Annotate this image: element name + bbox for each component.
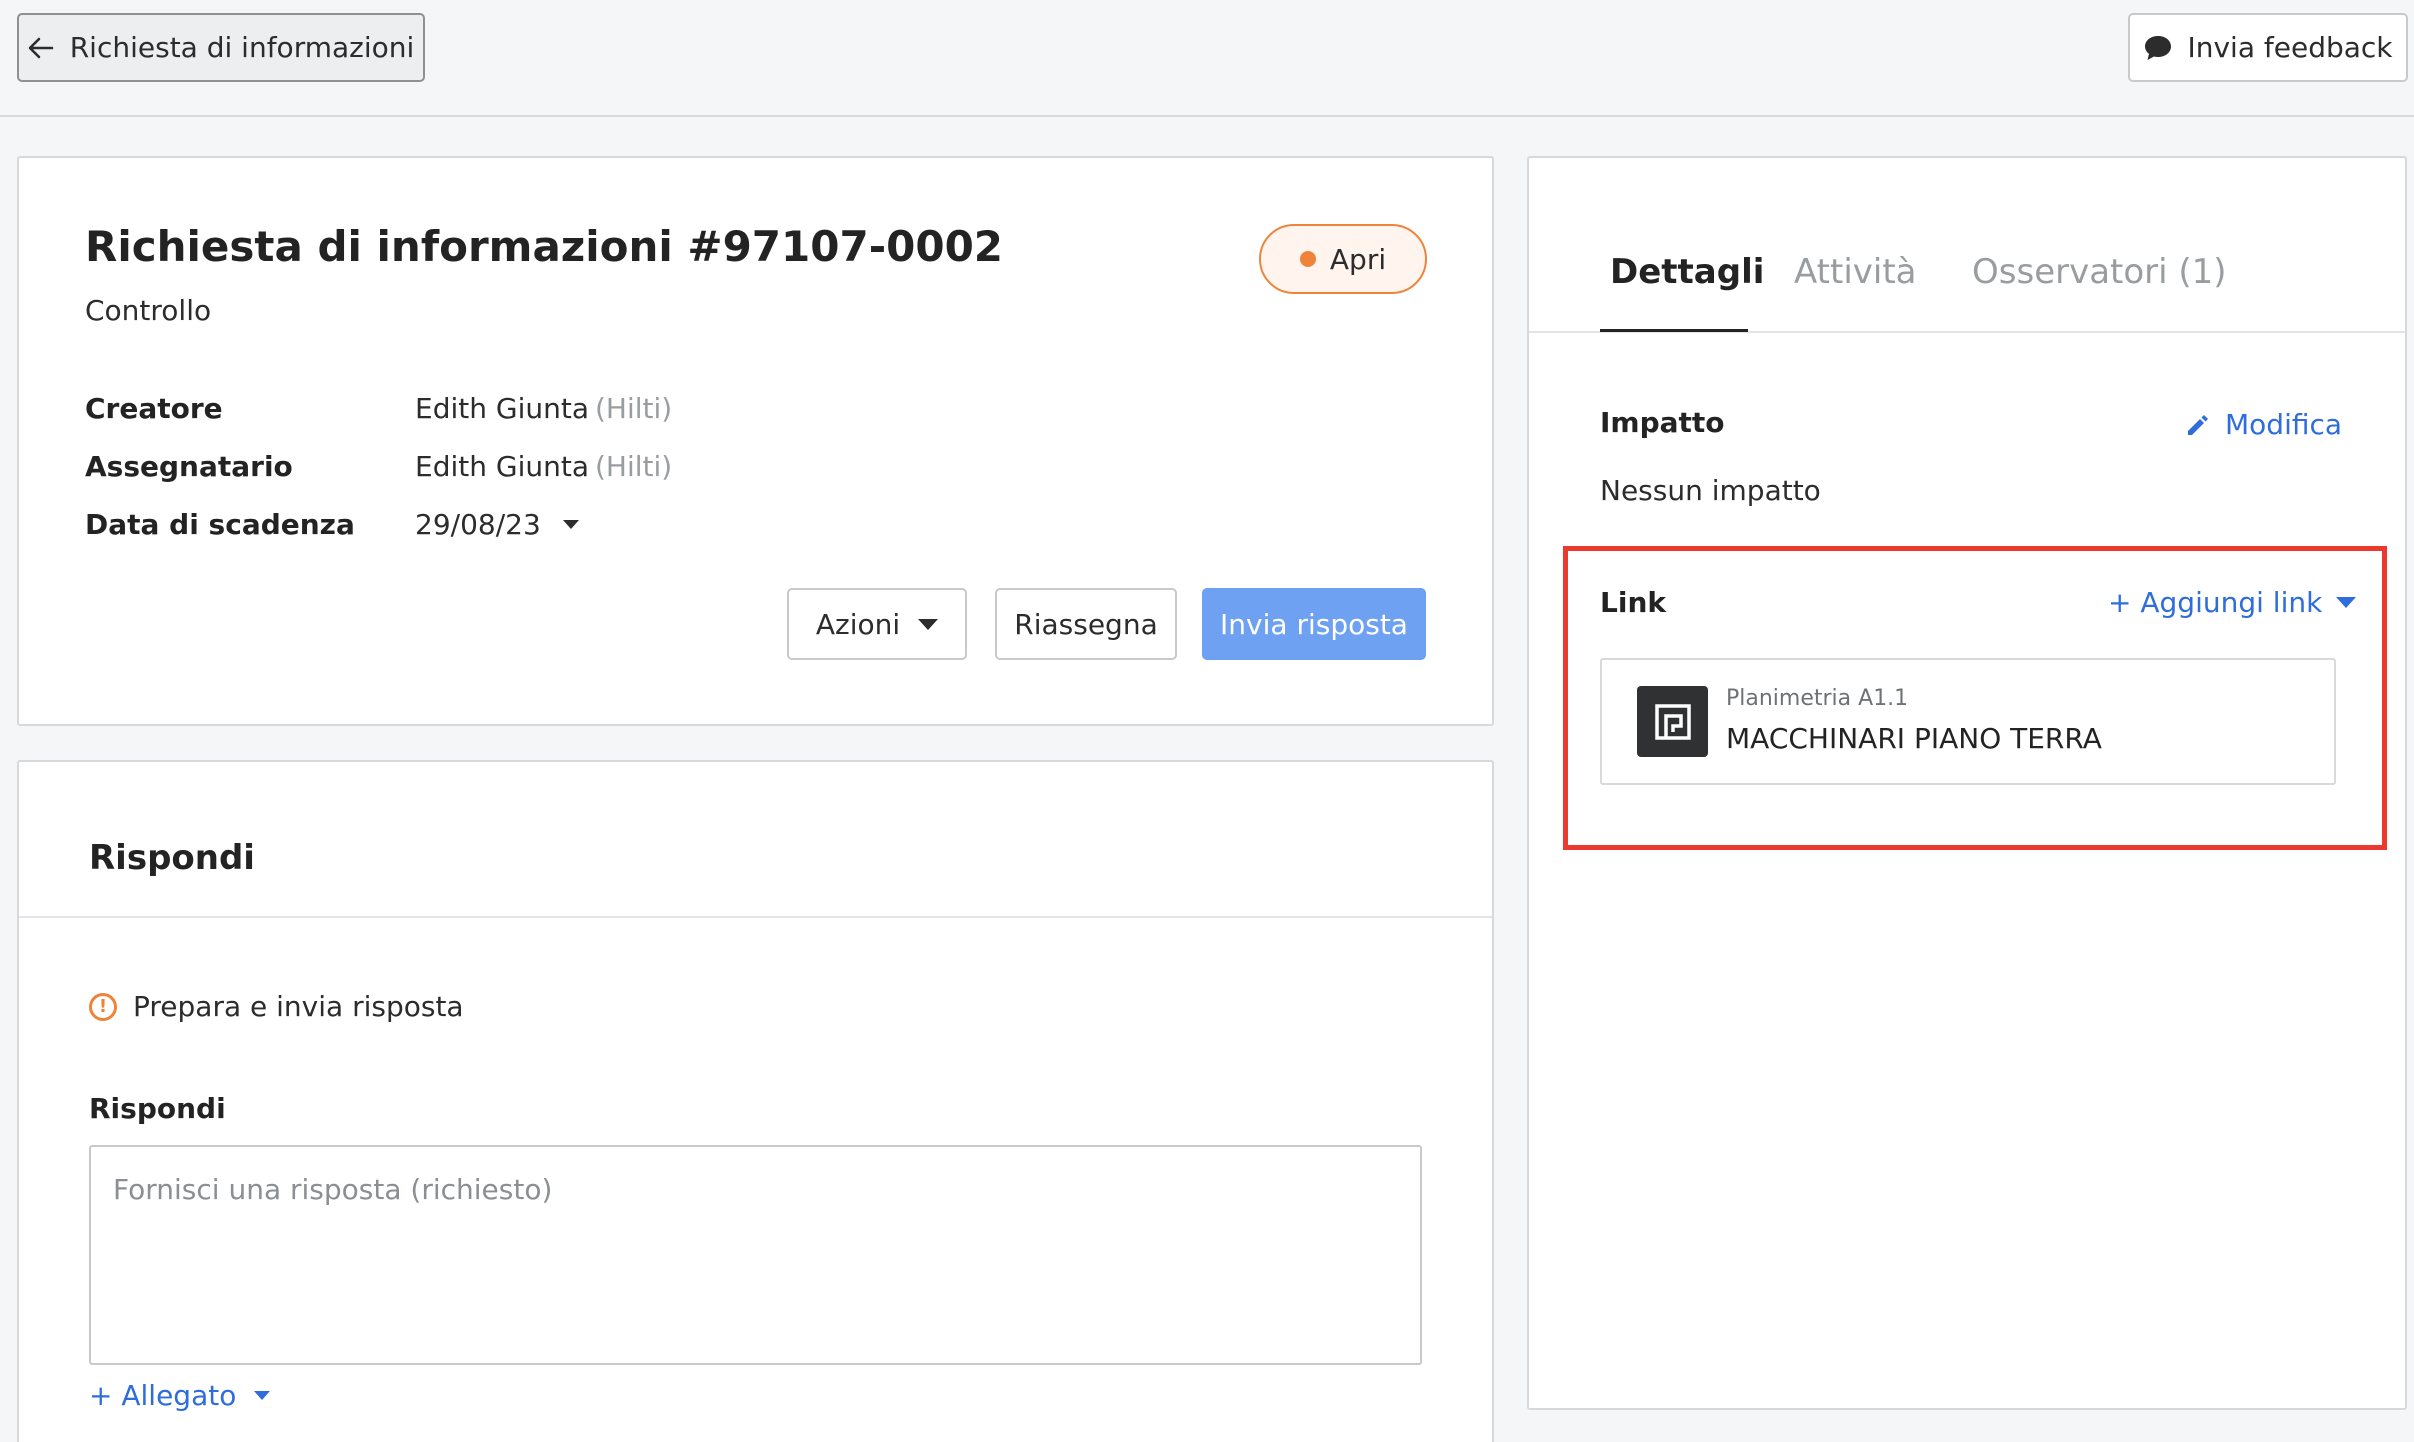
- warning-icon: !: [89, 992, 117, 1021]
- linked-drawing-sheet: Planimetria A1.1: [1726, 686, 1909, 711]
- chevron-down-icon: [254, 1391, 271, 1400]
- creator-value: Edith Giunta (Hilti): [415, 392, 672, 425]
- impact-label: Impatto: [1600, 406, 1725, 439]
- due-date-label: Data di scadenza: [85, 508, 355, 541]
- pencil-icon: [2188, 414, 2208, 435]
- status-dot-icon: [1299, 251, 1316, 267]
- floor-plan-icon: [1637, 686, 1708, 757]
- assignee-label: Assegnatario: [85, 450, 293, 483]
- creator-name: Edith Giunta: [415, 392, 589, 425]
- details-panel: Dettagli Attività Osservatori (1) Impatt…: [1527, 156, 2407, 1410]
- impact-value: Nessun impatto: [1600, 474, 1821, 507]
- back-button[interactable]: Richiesta di informazioni: [17, 13, 425, 82]
- page-title: Richiesta di informazioni #97107-0002: [85, 222, 1004, 271]
- reply-textarea[interactable]: Fornisci una risposta (richiesto): [89, 1145, 1422, 1365]
- reassign-button[interactable]: Riassegna: [995, 588, 1177, 660]
- caret-down-icon: [918, 618, 939, 630]
- reply-warning-text: Prepara e invia risposta: [133, 990, 464, 1023]
- add-attachment-link[interactable]: + Allegato: [89, 1379, 271, 1412]
- send-response-button[interactable]: Invia risposta: [1202, 588, 1426, 660]
- back-button-label: Richiesta di informazioni: [69, 31, 415, 64]
- top-bar: Richiesta di informazioni Invia feedback: [0, 0, 2414, 117]
- feedback-button[interactable]: Invia feedback: [2128, 13, 2408, 82]
- tab-details[interactable]: Dettagli: [1610, 252, 1764, 292]
- reply-field-label: Rispondi: [89, 1092, 226, 1125]
- edit-impact-link[interactable]: Modifica: [2185, 408, 2342, 441]
- add-link-button[interactable]: + Aggiungi link: [2108, 586, 2357, 619]
- assignee-org: (Hilti): [594, 450, 673, 483]
- add-link-label: + Aggiungi link: [2108, 586, 2323, 619]
- reply-warning: ! Prepara e invia risposta: [89, 990, 464, 1023]
- page-subtitle: Controllo: [85, 294, 212, 327]
- chat-bubble-icon: [2145, 35, 2172, 60]
- details-tabs: Dettagli Attività Osservatori (1): [1529, 158, 2405, 333]
- linked-drawing-item[interactable]: Planimetria A1.1 MACCHINARI PIANO TERRA: [1600, 658, 2336, 785]
- due-date-dropdown[interactable]: 29/08/23: [415, 508, 579, 541]
- tab-observers[interactable]: Osservatori (1): [1972, 252, 2227, 292]
- reply-card: Rispondi ! Prepara e invia risposta Risp…: [17, 760, 1494, 1442]
- due-date-value: 29/08/23: [415, 508, 541, 541]
- linked-drawing-title: MACCHINARI PIANO TERRA: [1726, 722, 2102, 755]
- edit-impact-label: Modifica: [2225, 408, 2343, 441]
- chevron-down-icon: [2336, 597, 2357, 608]
- active-tab-indicator: [1600, 329, 1748, 332]
- status-label: Apri: [1329, 242, 1387, 276]
- assignee-value: Edith Giunta (Hilti): [415, 450, 672, 483]
- feedback-button-label: Invia feedback: [2187, 31, 2393, 64]
- chevron-down-icon: [562, 520, 579, 529]
- creator-label: Creatore: [85, 392, 223, 425]
- tab-activity[interactable]: Attività: [1794, 252, 1917, 292]
- status-badge: Apri: [1259, 224, 1427, 294]
- creator-org: (Hilti): [594, 392, 673, 425]
- link-label: Link: [1600, 586, 1666, 619]
- actions-button-label: Azioni: [815, 607, 901, 641]
- assignee-name: Edith Giunta: [415, 450, 589, 483]
- reply-section-title: Rispondi: [89, 838, 255, 878]
- arrow-left-icon: [28, 37, 54, 58]
- divider: [19, 916, 1492, 918]
- actions-button[interactable]: Azioni: [787, 588, 967, 660]
- add-attachment-label: + Allegato: [89, 1379, 237, 1412]
- rfi-header-card: Richiesta di informazioni #97107-0002 Co…: [17, 156, 1494, 726]
